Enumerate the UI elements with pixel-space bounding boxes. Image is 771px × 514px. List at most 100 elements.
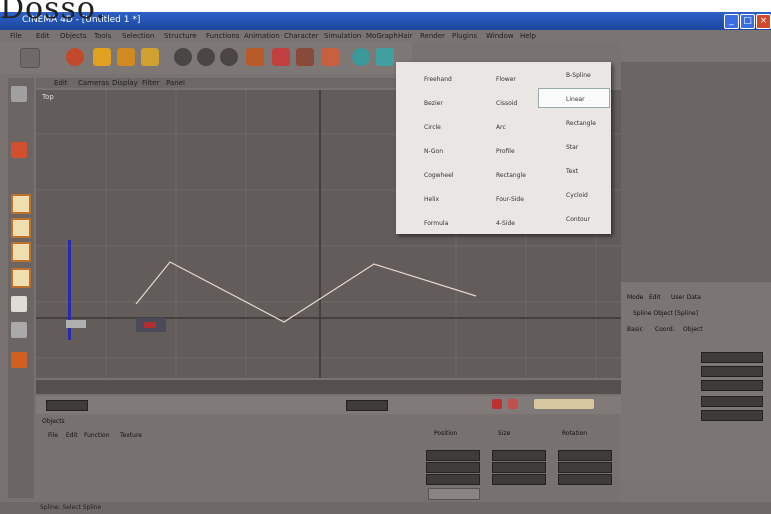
- rotation-b-field[interactable]: [558, 474, 612, 485]
- object-mode-icon[interactable]: [11, 142, 27, 158]
- popup-circle[interactable]: Circle: [424, 124, 441, 131]
- position-y-field[interactable]: [426, 462, 480, 473]
- attr-tab-object[interactable]: Object: [683, 326, 703, 333]
- material-menu-texture[interactable]: Texture: [120, 432, 142, 439]
- popup-b-spline[interactable]: B-Spline: [566, 72, 591, 79]
- attr-field-type[interactable]: [701, 352, 763, 363]
- popup-rect[interactable]: Rectangle: [566, 120, 596, 127]
- undo-icon[interactable]: [20, 48, 40, 68]
- maximize-button[interactable]: □: [740, 14, 755, 29]
- points-mode-icon[interactable]: [11, 194, 31, 214]
- menu-simulation[interactable]: Simulation: [324, 32, 361, 40]
- menu-character[interactable]: Character: [284, 32, 319, 40]
- popup-4-side[interactable]: 4-Side: [496, 220, 515, 227]
- axis-mode-icon[interactable]: [11, 322, 27, 338]
- popup-cycloid[interactable]: Cycloid: [566, 192, 588, 199]
- material-menu-function[interactable]: Function: [84, 432, 110, 439]
- menu-window[interactable]: Window: [486, 32, 514, 40]
- attr-field-number[interactable]: [701, 396, 763, 407]
- spline-icon[interactable]: [376, 48, 394, 66]
- y-axis-icon[interactable]: [197, 48, 215, 66]
- size-z-field[interactable]: [492, 474, 546, 485]
- viewport-menu-edit[interactable]: Edit: [54, 79, 68, 87]
- menu-mograph[interactable]: MoGraph: [366, 32, 398, 40]
- size-x-field[interactable]: [492, 450, 546, 461]
- playback-controls: [36, 396, 621, 414]
- viewport-menu-panel[interactable]: Panel: [166, 79, 185, 87]
- attr-edit-menu[interactable]: Edit: [649, 294, 661, 301]
- menu-file[interactable]: File: [10, 32, 22, 40]
- polygons-mode-icon[interactable]: [11, 242, 31, 262]
- menu-edit[interactable]: Edit: [36, 32, 50, 40]
- attr-user-data-menu[interactable]: User Data: [671, 294, 701, 301]
- attr-field-angle[interactable]: [701, 410, 763, 421]
- popup-flower[interactable]: Flower: [496, 76, 516, 83]
- popup-arc[interactable]: Arc: [496, 124, 506, 131]
- material-menu-edit[interactable]: Edit: [66, 432, 78, 439]
- popup-cissoid[interactable]: Cissoid: [496, 100, 517, 107]
- viewport-menu-cameras[interactable]: Cameras: [78, 79, 109, 87]
- frame-field[interactable]: [46, 400, 88, 411]
- scale-icon[interactable]: [117, 48, 135, 66]
- viewport-menu-display[interactable]: Display: [112, 79, 138, 87]
- record-icon[interactable]: [492, 399, 502, 409]
- apply-button[interactable]: [428, 488, 480, 500]
- popup-contour[interactable]: Contour: [566, 216, 590, 223]
- popup-ngon[interactable]: N-Gon: [424, 148, 443, 155]
- texture-mode-icon[interactable]: [11, 296, 27, 312]
- move-icon[interactable]: [93, 48, 111, 66]
- render-view-icon[interactable]: [272, 48, 290, 66]
- render-picture-icon[interactable]: [296, 48, 314, 66]
- menu-plugins[interactable]: Plugins: [452, 32, 477, 40]
- attr-field-close[interactable]: [701, 366, 763, 377]
- popup-linear[interactable]: Linear: [566, 96, 585, 103]
- menu-tools[interactable]: Tools: [94, 32, 111, 40]
- model-mode-icon[interactable]: [11, 86, 27, 102]
- popup-freehand[interactable]: Freehand: [424, 76, 452, 83]
- popup-star[interactable]: Star: [566, 144, 578, 151]
- uv-mode-icon[interactable]: [11, 268, 31, 288]
- menu-selection[interactable]: Selection: [122, 32, 154, 40]
- minimize-button[interactable]: _: [724, 14, 739, 29]
- rotate-icon[interactable]: [141, 48, 159, 66]
- position-z-field[interactable]: [426, 474, 480, 485]
- x-axis-icon[interactable]: [174, 48, 192, 66]
- keyframe-icons[interactable]: [534, 399, 594, 409]
- popup-formula[interactable]: Formula: [424, 220, 448, 227]
- popup-profile[interactable]: Profile: [496, 148, 515, 155]
- attr-tab-basic[interactable]: Basic: [627, 326, 643, 333]
- frame-end-field[interactable]: [346, 400, 388, 411]
- popup-helix[interactable]: Helix: [424, 196, 439, 203]
- timeline[interactable]: [36, 380, 621, 394]
- material-menu-file[interactable]: File: [48, 432, 58, 439]
- menu-hair[interactable]: Hair: [398, 32, 412, 40]
- render-settings-icon[interactable]: [321, 48, 339, 66]
- popup-text[interactable]: Text: [566, 168, 578, 175]
- popup-bezier[interactable]: Bezier: [424, 100, 443, 107]
- autokey-icon[interactable]: [508, 399, 518, 409]
- attr-tab-coord[interactable]: Coord.: [655, 326, 675, 333]
- menu-functions[interactable]: Functions: [206, 32, 239, 40]
- edges-mode-icon[interactable]: [11, 218, 31, 238]
- snap-icon[interactable]: [11, 352, 27, 368]
- close-button[interactable]: ×: [756, 14, 771, 29]
- popup-cogwheel[interactable]: Cogwheel: [424, 172, 453, 179]
- size-y-field[interactable]: [492, 462, 546, 473]
- menu-animation[interactable]: Animation: [244, 32, 280, 40]
- coordinate-system-icon[interactable]: [246, 48, 264, 66]
- menu-structure[interactable]: Structure: [164, 32, 197, 40]
- position-x-field[interactable]: [426, 450, 480, 461]
- menu-help[interactable]: Help: [520, 32, 536, 40]
- menu-objects[interactable]: Objects: [60, 32, 86, 40]
- attr-mode-menu[interactable]: Mode: [627, 294, 643, 301]
- rotation-p-field[interactable]: [558, 462, 612, 473]
- z-axis-icon[interactable]: [220, 48, 238, 66]
- attr-field-interpolation[interactable]: [701, 380, 763, 391]
- menu-render[interactable]: Render: [420, 32, 445, 40]
- viewport-menu-filter[interactable]: Filter: [142, 79, 159, 87]
- rotation-h-field[interactable]: [558, 450, 612, 461]
- live-select-icon[interactable]: [66, 48, 84, 66]
- cube-icon[interactable]: [352, 48, 370, 66]
- popup-rectangle[interactable]: Rectangle: [496, 172, 526, 179]
- popup-four-side[interactable]: Four-Side: [496, 196, 524, 203]
